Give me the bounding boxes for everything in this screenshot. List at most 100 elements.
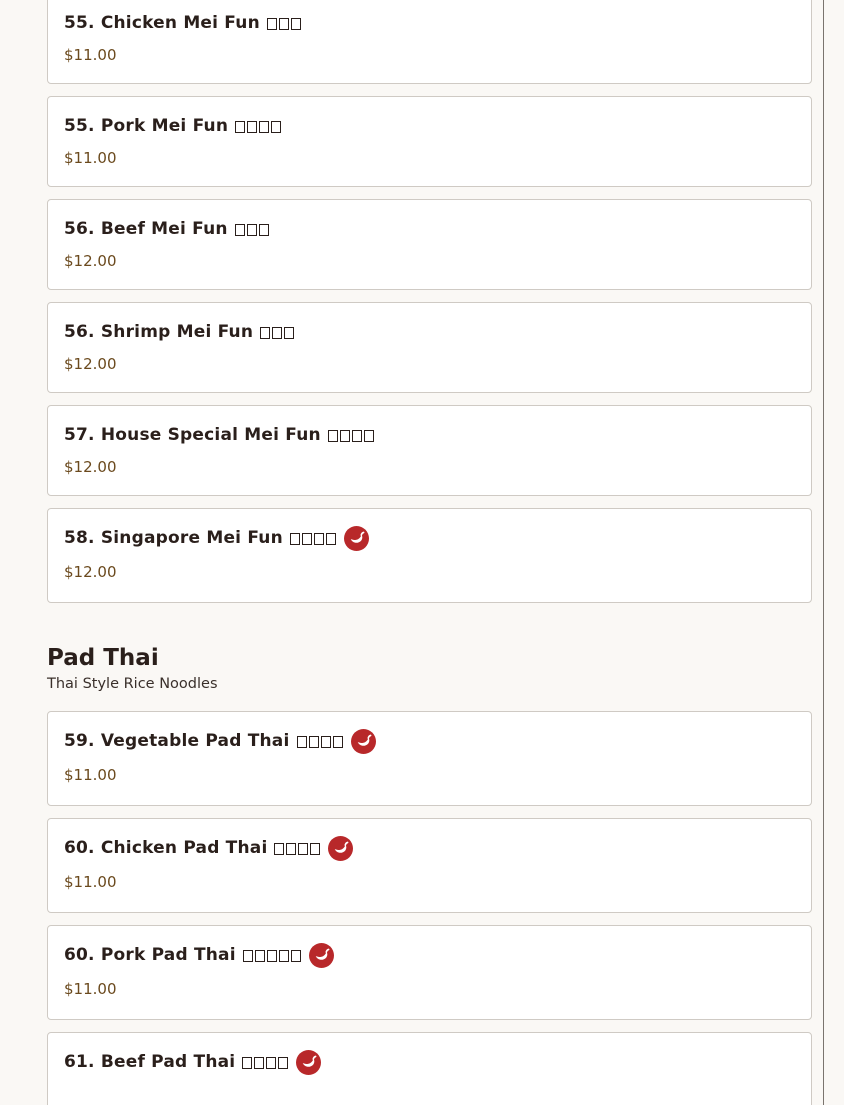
mei-fun-item-list: 55. Chicken Mei Fun $11.00 55. Pork Mei Fu…	[47, 0, 812, 603]
menu-item-name: 60. Pork Pad Thai	[64, 945, 236, 965]
missing-glyph-box	[235, 120, 246, 133]
menu-item-price: $11.00	[64, 873, 117, 891]
chili-pepper-icon	[343, 525, 369, 551]
missing-glyph-box	[278, 949, 289, 962]
missing-glyph-box	[259, 120, 270, 133]
missing-glyph-box	[242, 1056, 253, 1069]
missing-glyph-box	[301, 532, 312, 545]
missing-glyph-box	[296, 735, 307, 748]
menu-item-name: 59. Vegetable Pad Thai	[64, 731, 290, 751]
missing-glyph-box	[284, 326, 295, 339]
menu-item-card[interactable]: 60. Pork Pad Thai $11.00	[47, 925, 812, 1020]
menu-item-price: $12.00	[64, 355, 117, 373]
missing-glyph-box	[286, 842, 297, 855]
menu-item-chinese-name	[272, 839, 321, 858]
menu-item-chinese-name	[265, 14, 301, 33]
menu-item-chinese-name	[288, 529, 336, 548]
pad-thai-section-header: Pad Thai Thai Style Rice Noodles	[47, 643, 812, 696]
missing-glyph-box	[246, 223, 257, 236]
menu-item-price: $12.00	[64, 252, 117, 270]
menu-item-title-row: 57. House Special Mei Fun	[64, 423, 795, 447]
missing-glyph-box	[308, 735, 319, 748]
missing-glyph-box	[310, 842, 321, 855]
menu-item-name: 56. Shrimp Mei Fun	[64, 322, 254, 342]
pad-thai-item-list: 59. Vegetable Pad Thai $11.00 60. Chicken …	[47, 711, 812, 1105]
scroll-divider	[823, 0, 824, 1105]
menu-item-name: 60. Chicken Pad Thai	[64, 838, 268, 858]
menu-item-name: 56. Beef Mei Fun	[64, 219, 228, 239]
menu-item-chinese-name	[233, 117, 282, 136]
missing-glyph-box	[260, 326, 271, 339]
menu-item-chinese-name	[233, 220, 269, 239]
section-subtitle: Thai Style Rice Noodles	[47, 676, 218, 692]
chili-pepper-icon	[296, 1049, 322, 1075]
missing-glyph-box	[320, 735, 331, 748]
missing-glyph-box	[289, 532, 300, 545]
missing-glyph-box	[325, 532, 336, 545]
menu-item-title-row: 55. Chicken Mei Fun	[64, 11, 795, 35]
missing-glyph-box	[290, 17, 301, 30]
menu-item-chinese-name	[326, 426, 374, 445]
menu-item-name: 58. Singapore Mei Fun	[64, 528, 283, 548]
menu-item-card[interactable]: 61. Beef Pad Thai	[47, 1032, 812, 1105]
missing-glyph-box	[332, 735, 343, 748]
menu-item-price: $11.00	[64, 980, 117, 998]
missing-glyph-box	[266, 949, 277, 962]
missing-glyph-box	[234, 223, 245, 236]
menu-item-price: $11.00	[64, 149, 117, 167]
menu-item-title-row: 59. Vegetable Pad Thai	[64, 728, 795, 754]
missing-glyph-box	[254, 1056, 265, 1069]
menu-item-card[interactable]: 56. Beef Mei Fun $12.00	[47, 199, 812, 290]
missing-glyph-box	[272, 326, 283, 339]
menu-item-chinese-name	[258, 323, 295, 342]
menu-item-price: $11.00	[64, 766, 117, 784]
menu-content: 55. Chicken Mei Fun $11.00 55. Pork Mei Fu…	[47, 0, 812, 1105]
menu-item-price: $12.00	[64, 458, 117, 476]
chili-pepper-icon	[350, 728, 376, 754]
missing-glyph-box	[339, 429, 350, 442]
missing-glyph-box	[242, 949, 253, 962]
menu-item-name: 55. Pork Mei Fun	[64, 116, 229, 136]
missing-glyph-box	[258, 223, 269, 236]
missing-glyph-box	[298, 842, 309, 855]
menu-item-title-row: 61. Beef Pad Thai	[64, 1049, 795, 1075]
missing-glyph-box	[274, 842, 285, 855]
missing-glyph-box	[327, 429, 338, 442]
menu-item-card[interactable]: 56. Shrimp Mei Fun $12.00	[47, 302, 812, 393]
chili-pepper-icon	[308, 942, 334, 968]
missing-glyph-box	[271, 120, 282, 133]
menu-item-card[interactable]: 57. House Special Mei Fun $12.00	[47, 405, 812, 496]
missing-glyph-box	[254, 949, 265, 962]
menu-item-name: 55. Chicken Mei Fun	[64, 13, 260, 33]
menu-item-chinese-name	[240, 1053, 289, 1072]
menu-item-title-row: 56. Shrimp Mei Fun	[64, 320, 795, 344]
missing-glyph-box	[290, 949, 301, 962]
missing-glyph-box	[278, 17, 289, 30]
menu-item-name: 57. House Special Mei Fun	[64, 425, 321, 445]
menu-item-card[interactable]: 58. Singapore Mei Fun $12.00	[47, 508, 812, 603]
menu-item-card[interactable]: 60. Chicken Pad Thai $11.00	[47, 818, 812, 913]
missing-glyph-box	[247, 120, 258, 133]
chili-pepper-icon	[328, 835, 354, 861]
section-title: Pad Thai	[47, 645, 159, 671]
menu-item-card[interactable]: 59. Vegetable Pad Thai $11.00	[47, 711, 812, 806]
missing-glyph-box	[278, 1056, 289, 1069]
missing-glyph-box	[363, 429, 374, 442]
menu-item-title-row: 58. Singapore Mei Fun	[64, 525, 795, 551]
menu-page: 55. Chicken Mei Fun $11.00 55. Pork Mei Fu…	[0, 0, 844, 1105]
menu-item-name: 61. Beef Pad Thai	[64, 1052, 236, 1072]
missing-glyph-box	[313, 532, 324, 545]
missing-glyph-box	[266, 1056, 277, 1069]
menu-item-card[interactable]: 55. Pork Mei Fun $11.00	[47, 96, 812, 187]
menu-item-price: $11.00	[64, 46, 117, 64]
menu-item-chinese-name	[295, 732, 343, 751]
menu-item-card[interactable]: 55. Chicken Mei Fun $11.00	[47, 0, 812, 84]
menu-item-price: $12.00	[64, 563, 117, 581]
menu-item-title-row: 60. Pork Pad Thai	[64, 942, 795, 968]
missing-glyph-box	[266, 17, 277, 30]
menu-item-title-row: 56. Beef Mei Fun	[64, 217, 795, 241]
menu-item-title-row: 55. Pork Mei Fun	[64, 114, 795, 138]
menu-item-title-row: 60. Chicken Pad Thai	[64, 835, 795, 861]
missing-glyph-box	[351, 429, 362, 442]
menu-item-chinese-name	[241, 946, 301, 965]
